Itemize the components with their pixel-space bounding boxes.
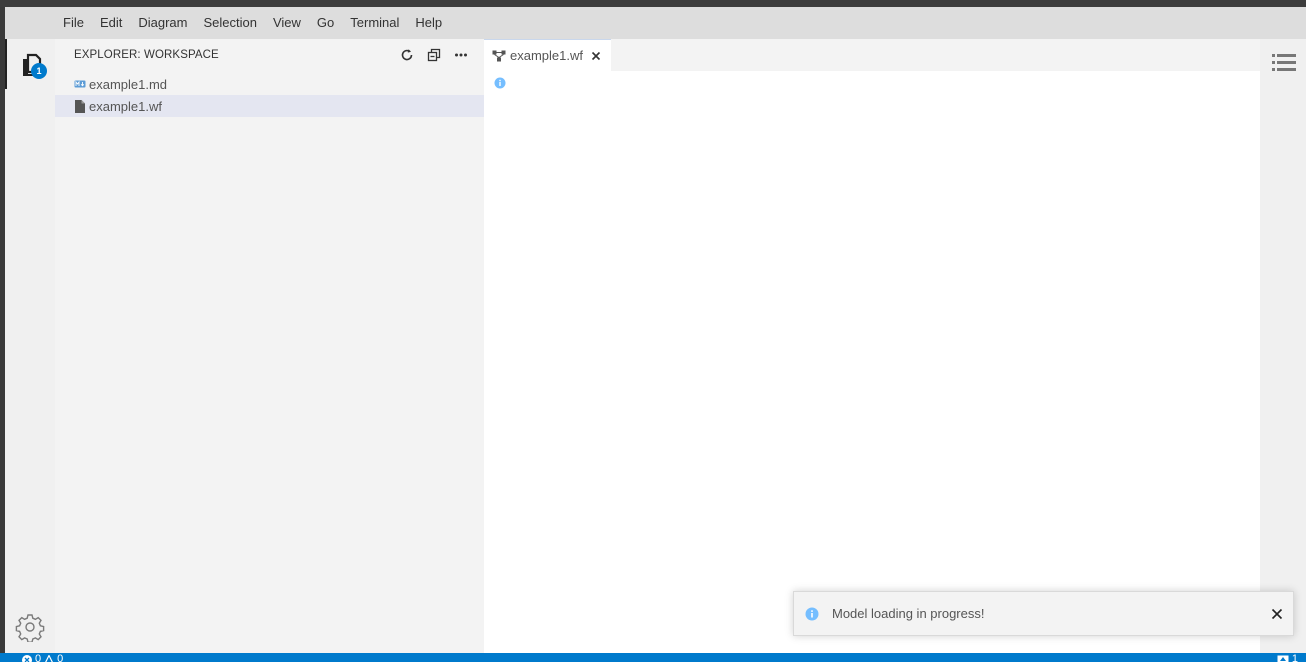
collapse-all-button[interactable]	[420, 44, 447, 66]
notification-toast: Model loading in progress!	[793, 591, 1294, 636]
markdown-file-icon	[73, 77, 87, 91]
explorer-header: EXPLORER: WORKSPACE	[55, 39, 484, 71]
explorer-activity-button[interactable]: 1	[5, 39, 55, 89]
tab-close-button[interactable]	[589, 49, 603, 63]
file-item-label: example1.md	[89, 76, 168, 92]
file-item-example1-wf[interactable]: example1.wf	[55, 95, 484, 117]
menu-file[interactable]: File	[55, 7, 92, 39]
menu-edit[interactable]: Edit	[92, 7, 130, 39]
diagram-file-icon	[492, 50, 506, 61]
problems-status[interactable]: 0 0	[22, 654, 63, 662]
ellipsis-icon	[454, 53, 467, 57]
warning-count: 0	[57, 653, 64, 662]
close-icon	[1271, 608, 1283, 620]
notification-message: Model loading in progress!	[832, 606, 985, 621]
warning-icon	[44, 654, 54, 662]
notification-close-button[interactable]	[1270, 607, 1284, 621]
explorer-badge: 1	[31, 63, 47, 79]
collapse-all-icon	[427, 48, 440, 62]
tab-label: example1.wf	[510, 48, 583, 63]
outline-button[interactable]	[1272, 53, 1296, 76]
window-top-edge	[0, 0, 1306, 7]
refresh-icon	[401, 49, 412, 61]
editor-tabs: example1.wf	[484, 39, 1260, 71]
info-icon	[494, 77, 506, 89]
file-icon	[73, 99, 87, 113]
right-activity-bar	[1260, 39, 1306, 653]
status-bar: 0 0 1	[0, 653, 1306, 662]
menu-help[interactable]: Help	[407, 7, 450, 39]
menu-go[interactable]: Go	[309, 7, 342, 39]
settings-button[interactable]	[15, 612, 45, 643]
close-icon	[591, 51, 601, 61]
outline-icon	[1272, 54, 1296, 71]
menu-diagram[interactable]: Diagram	[130, 7, 195, 39]
activity-bar: 1	[5, 39, 55, 653]
menu-view[interactable]: View	[265, 7, 309, 39]
explorer-sidebar: EXPLORER: WORKSPACE example1.md example1…	[55, 39, 484, 653]
diagram-canvas[interactable]	[484, 71, 1260, 653]
file-item-example1-md[interactable]: example1.md	[55, 73, 484, 95]
gear-icon	[15, 614, 45, 643]
tab-example1-wf[interactable]: example1.wf	[484, 39, 611, 71]
menu-terminal[interactable]: Terminal	[342, 7, 407, 39]
notifications-status[interactable]: 1	[1277, 654, 1298, 662]
menu-bar: File Edit Diagram Selection View Go Term…	[5, 7, 1306, 39]
info-icon	[805, 607, 819, 621]
refresh-button[interactable]	[393, 44, 420, 66]
explorer-title: EXPLORER: WORKSPACE	[74, 49, 219, 61]
error-icon	[22, 654, 32, 662]
file-tree: example1.md example1.wf	[55, 73, 484, 117]
file-item-label: example1.wf	[89, 98, 162, 114]
explorer-actions	[393, 39, 474, 71]
more-actions-button[interactable]	[447, 44, 474, 66]
menu-selection[interactable]: Selection	[195, 7, 264, 39]
bell-icon	[1277, 655, 1289, 662]
notification-count: 1	[1291, 653, 1298, 662]
editor-area: example1.wf	[484, 39, 1260, 653]
error-count: 0	[35, 653, 42, 662]
